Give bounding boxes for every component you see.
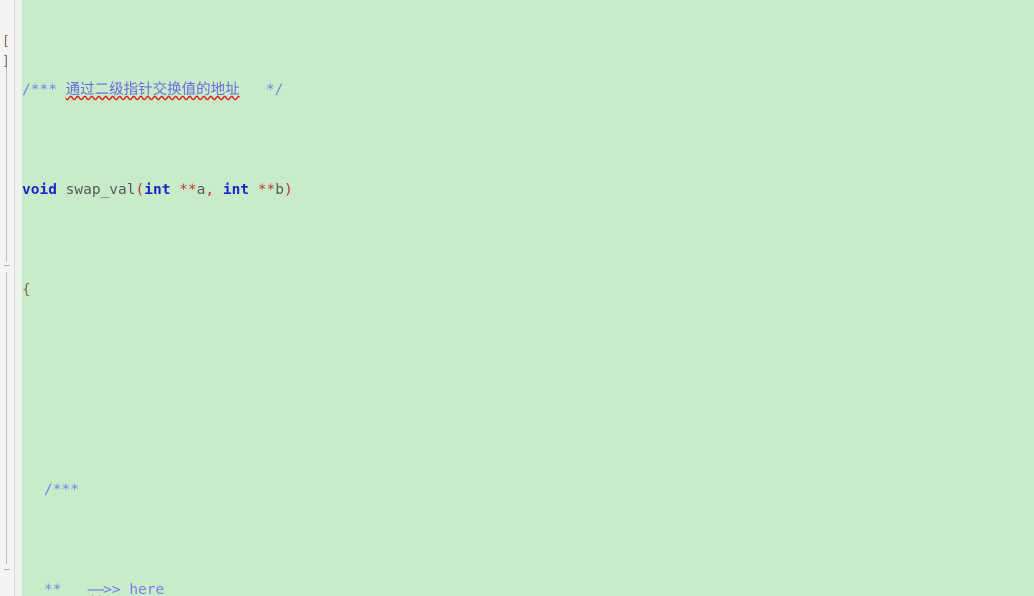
stars-a: ** xyxy=(170,182,197,198)
comment-indent xyxy=(61,582,87,596)
fold-dash-icon-bottom[interactable]: – xyxy=(2,566,12,576)
comment-close-token: */ xyxy=(265,82,284,98)
fold-brace-marker-2[interactable]: ] xyxy=(2,52,10,72)
fold-guide-line-2 xyxy=(6,272,7,564)
code-line-function-signature: void swap_val(int **a, int **b) xyxy=(0,180,1034,200)
comment-stars: ** xyxy=(44,582,62,596)
block-comment-open: /*** xyxy=(44,482,79,498)
fold-guide-line xyxy=(6,62,7,262)
fold-brace-open[interactable]: [ xyxy=(2,32,10,52)
code-line-block-comment-start: /*** xyxy=(0,480,1034,500)
param-comma: , xyxy=(205,182,223,198)
keyword-void: void xyxy=(22,182,57,198)
fold-dash-icon[interactable]: – xyxy=(2,262,12,272)
code-line-open-brace: { xyxy=(0,280,1034,300)
code-text-area[interactable]: /*** 通过二级指针交换值的地址 */ void swap_val(int *… xyxy=(0,0,1034,596)
comment-open-token: /*** xyxy=(22,82,57,98)
code-line-comment-header: /*** 通过二级指针交换值的地址 */ xyxy=(0,80,1034,100)
code-line-blank-1 xyxy=(0,380,1034,400)
code-editor-surface[interactable]: [ ] – – /*** 通过二级指针交换值的地址 */ void swap_v… xyxy=(0,0,1034,596)
code-line-comment-here: ** ——>> here xyxy=(0,580,1034,596)
paren-close: ) xyxy=(283,182,293,198)
comment-dash-arrow: —— xyxy=(87,582,105,596)
keyword-int-b: int xyxy=(222,182,250,198)
function-name: swap_val xyxy=(56,182,136,198)
paren-open: ( xyxy=(135,182,145,198)
comment-chinese-title: 通过二级指针交换值的地址 xyxy=(65,82,240,98)
param-b: b xyxy=(275,182,284,198)
keyword-int-a: int xyxy=(144,182,171,198)
brace-open-token: { xyxy=(22,282,31,298)
comment-here-text: >> here xyxy=(103,582,165,596)
stars-b: ** xyxy=(249,182,276,198)
